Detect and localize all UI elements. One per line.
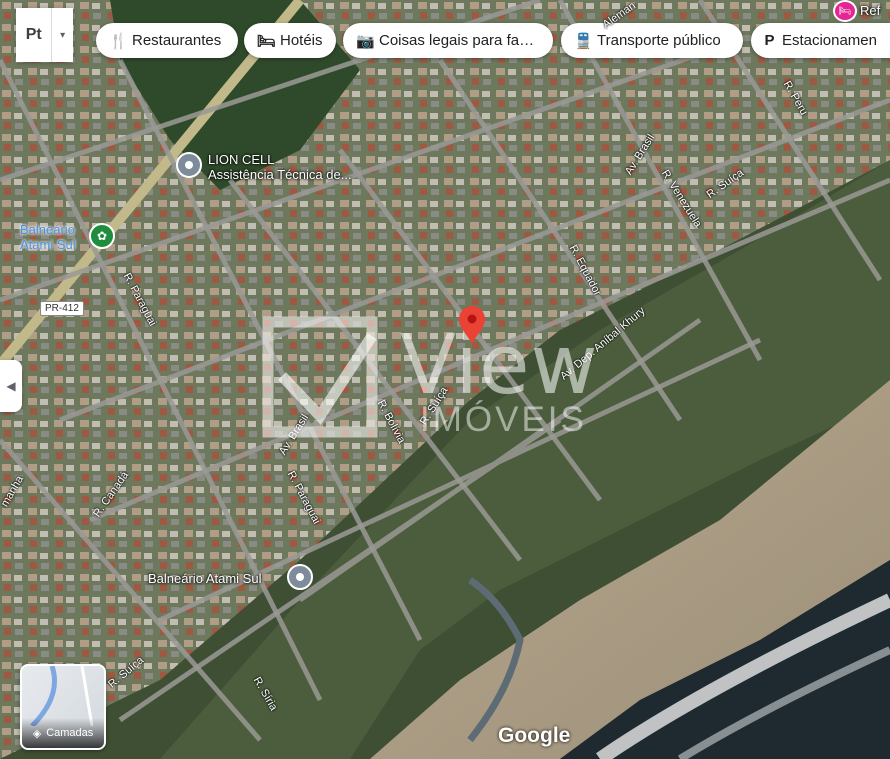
parking-icon: P (764, 32, 775, 49)
google-logo: Google (498, 724, 571, 747)
pin-dot (296, 573, 304, 581)
place-subtitle: Assistência Técnica de... (208, 167, 352, 182)
layers-icon: ◈ (32, 727, 42, 740)
chip-parking[interactable]: P Estacionamen (751, 23, 890, 58)
park-icon[interactable]: ✿ (89, 223, 115, 249)
hotel-icon[interactable]: 🛏 (833, 0, 857, 22)
watermark-title: View (400, 318, 599, 413)
chip-label: Estacionamen (781, 32, 877, 49)
place-label-ref[interactable]: Ref (860, 3, 880, 18)
chip-label: Restaurantes (132, 32, 222, 49)
chip-restaurants[interactable]: 🍴 Restaurantes (96, 23, 238, 58)
road-shield: PR-412 (40, 301, 84, 316)
watermark-logo-icon (262, 316, 378, 438)
pin-icon[interactable] (176, 152, 202, 178)
map-type-button[interactable]: Pt ▾ (16, 8, 73, 62)
chip-label: Hotéis (280, 32, 323, 49)
layers-button[interactable]: ◈ Camadas (20, 664, 106, 750)
restaurant-icon: 🍴 (109, 32, 128, 50)
chip-label: Coisas legais para fa… (379, 32, 535, 49)
place-name: LION CELL (208, 152, 275, 167)
pin-dot (185, 161, 193, 169)
chip-label: Transporte público (597, 32, 721, 49)
place-label-balneario[interactable]: Balneário Atami Sul (148, 571, 261, 586)
camera-icon: 📷 (356, 32, 375, 50)
watermark-subtitle: IMÓVEIS (420, 400, 587, 439)
pin-icon[interactable] (287, 564, 313, 590)
place-label-park[interactable]: Balneário Atami Sul (20, 222, 76, 252)
chip-things-to-do[interactable]: 📷 Coisas legais para fa… (343, 23, 553, 58)
chevron-down-icon[interactable]: ▾ (51, 8, 73, 62)
chip-hotels[interactable]: 🛏 Hotéis (244, 23, 336, 58)
chevron-left-icon: ◀ (6, 379, 16, 393)
layers-thumbnail (30, 666, 94, 728)
location-marker-icon[interactable] (457, 306, 487, 346)
layers-caption: ◈ Camadas (22, 718, 104, 748)
map-type-label: Pt (25, 26, 42, 43)
layers-label: Camadas (46, 727, 94, 739)
chip-transit[interactable]: 🚆 Transporte público (561, 23, 743, 58)
collapse-panel-button[interactable]: ◀ (0, 360, 22, 412)
train-icon: 🚆 (574, 32, 593, 50)
place-label-lion-cell[interactable]: LION CELL Assistência Técnica de... (208, 152, 352, 182)
bed-icon: 🛏 (257, 32, 277, 50)
